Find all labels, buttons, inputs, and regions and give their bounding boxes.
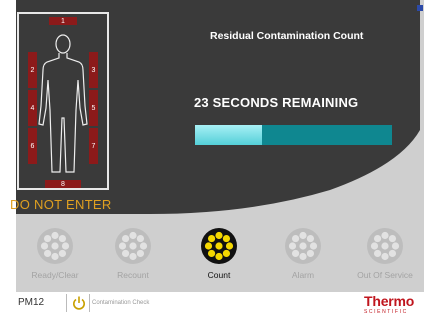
do-not-enter-warning: DO NOT ENTER <box>10 197 112 212</box>
detector-dot <box>306 249 315 258</box>
detector-dot <box>222 234 231 243</box>
zone-4: 4 <box>28 90 37 126</box>
detector-dot <box>136 234 145 243</box>
detector-dot <box>288 242 297 250</box>
zone-6: 6 <box>28 128 37 164</box>
zone-2: 2 <box>28 52 37 88</box>
detector-dot <box>121 249 130 258</box>
detector-dot <box>388 234 397 243</box>
count-icon <box>201 228 237 264</box>
recount-icon <box>115 228 151 264</box>
detector-dot <box>373 234 382 243</box>
detector-dot <box>381 252 389 261</box>
zone-5: 5 <box>89 90 98 126</box>
out-of-service-icon <box>367 228 403 264</box>
status-label: Alarm <box>291 270 315 280</box>
detector-dot <box>215 252 223 261</box>
zone-1: 1 <box>49 17 77 25</box>
progress-fill <box>195 125 262 145</box>
detector-dot <box>43 234 52 243</box>
detector-dot <box>215 231 223 240</box>
mode-label: Contamination Check <box>92 300 150 306</box>
detector-dot <box>291 249 300 258</box>
detector-dot <box>136 249 145 258</box>
detector-dot <box>43 249 52 258</box>
detector-dot <box>291 234 300 243</box>
footer-bar: PM12 Contamination Check Thermo SCIENTIF… <box>0 292 424 316</box>
zone-3: 3 <box>89 52 98 88</box>
detector-dot <box>299 252 307 261</box>
status-alarm: Alarm <box>268 228 338 280</box>
power-icon[interactable] <box>71 295 87 311</box>
detector-dot <box>225 242 234 250</box>
detector-dot <box>40 242 49 250</box>
detector-dot <box>139 242 148 250</box>
status-label: Count <box>207 270 231 280</box>
detector-dot <box>58 234 67 243</box>
detector-dot <box>51 252 59 261</box>
detector-dot <box>388 249 397 258</box>
detector-dot <box>222 249 231 258</box>
detector-dot <box>381 231 389 240</box>
status-label: Ready/Clear <box>31 270 79 280</box>
status-label: Recount <box>117 270 149 280</box>
detector-dot <box>207 249 216 258</box>
zone-7: 7 <box>89 128 98 164</box>
status-label: Out Of Service <box>357 270 413 280</box>
status-count: Count <box>184 228 254 280</box>
logo-name: Thermo <box>364 293 415 309</box>
detector-dot <box>129 252 137 261</box>
count-progress-bar <box>195 125 392 145</box>
detector-dot <box>207 234 216 243</box>
thermo-logo: Thermo SCIENTIFIC <box>364 294 422 316</box>
detector-dot <box>51 231 59 240</box>
time-remaining: 23 SECONDS REMAINING <box>194 95 359 110</box>
detector-dot <box>51 242 59 250</box>
status-ready-clear: Ready/Clear <box>20 228 90 280</box>
status-out-of-service: Out Of Service <box>350 228 420 280</box>
detector-dot <box>381 242 389 250</box>
detector-dot <box>373 249 382 258</box>
detector-dot <box>121 234 130 243</box>
status-indicators: Ready/Clear Recount Count Alarm Out Of S… <box>0 228 424 292</box>
detector-dot <box>58 249 67 258</box>
detector-dot <box>215 242 223 250</box>
detector-dot <box>299 231 307 240</box>
monitor-id: PM12 <box>18 297 45 308</box>
detector-dot <box>391 242 400 250</box>
monitor-screen: 1 2 3 4 5 6 7 8 Residual Contamination C… <box>0 0 424 316</box>
zone-8: 8 <box>45 180 81 188</box>
divider <box>66 294 67 312</box>
panel-title: Residual Contamination Count <box>210 30 364 42</box>
body-zone-map: 1 2 3 4 5 6 7 8 <box>17 12 109 190</box>
ready-clear-icon <box>37 228 73 264</box>
alarm-icon <box>285 228 321 264</box>
detector-dot <box>309 242 318 250</box>
detector-dot <box>204 242 213 250</box>
detector-dot <box>61 242 70 250</box>
status-recount: Recount <box>98 228 168 280</box>
detector-dot <box>306 234 315 243</box>
detector-dot <box>129 231 137 240</box>
detector-dot <box>129 242 137 250</box>
corner-marker <box>417 5 423 11</box>
detector-dot <box>370 242 379 250</box>
logo-sub: SCIENTIFIC <box>364 309 408 315</box>
divider <box>89 294 90 312</box>
detector-dot <box>299 242 307 250</box>
detector-dot <box>118 242 127 250</box>
